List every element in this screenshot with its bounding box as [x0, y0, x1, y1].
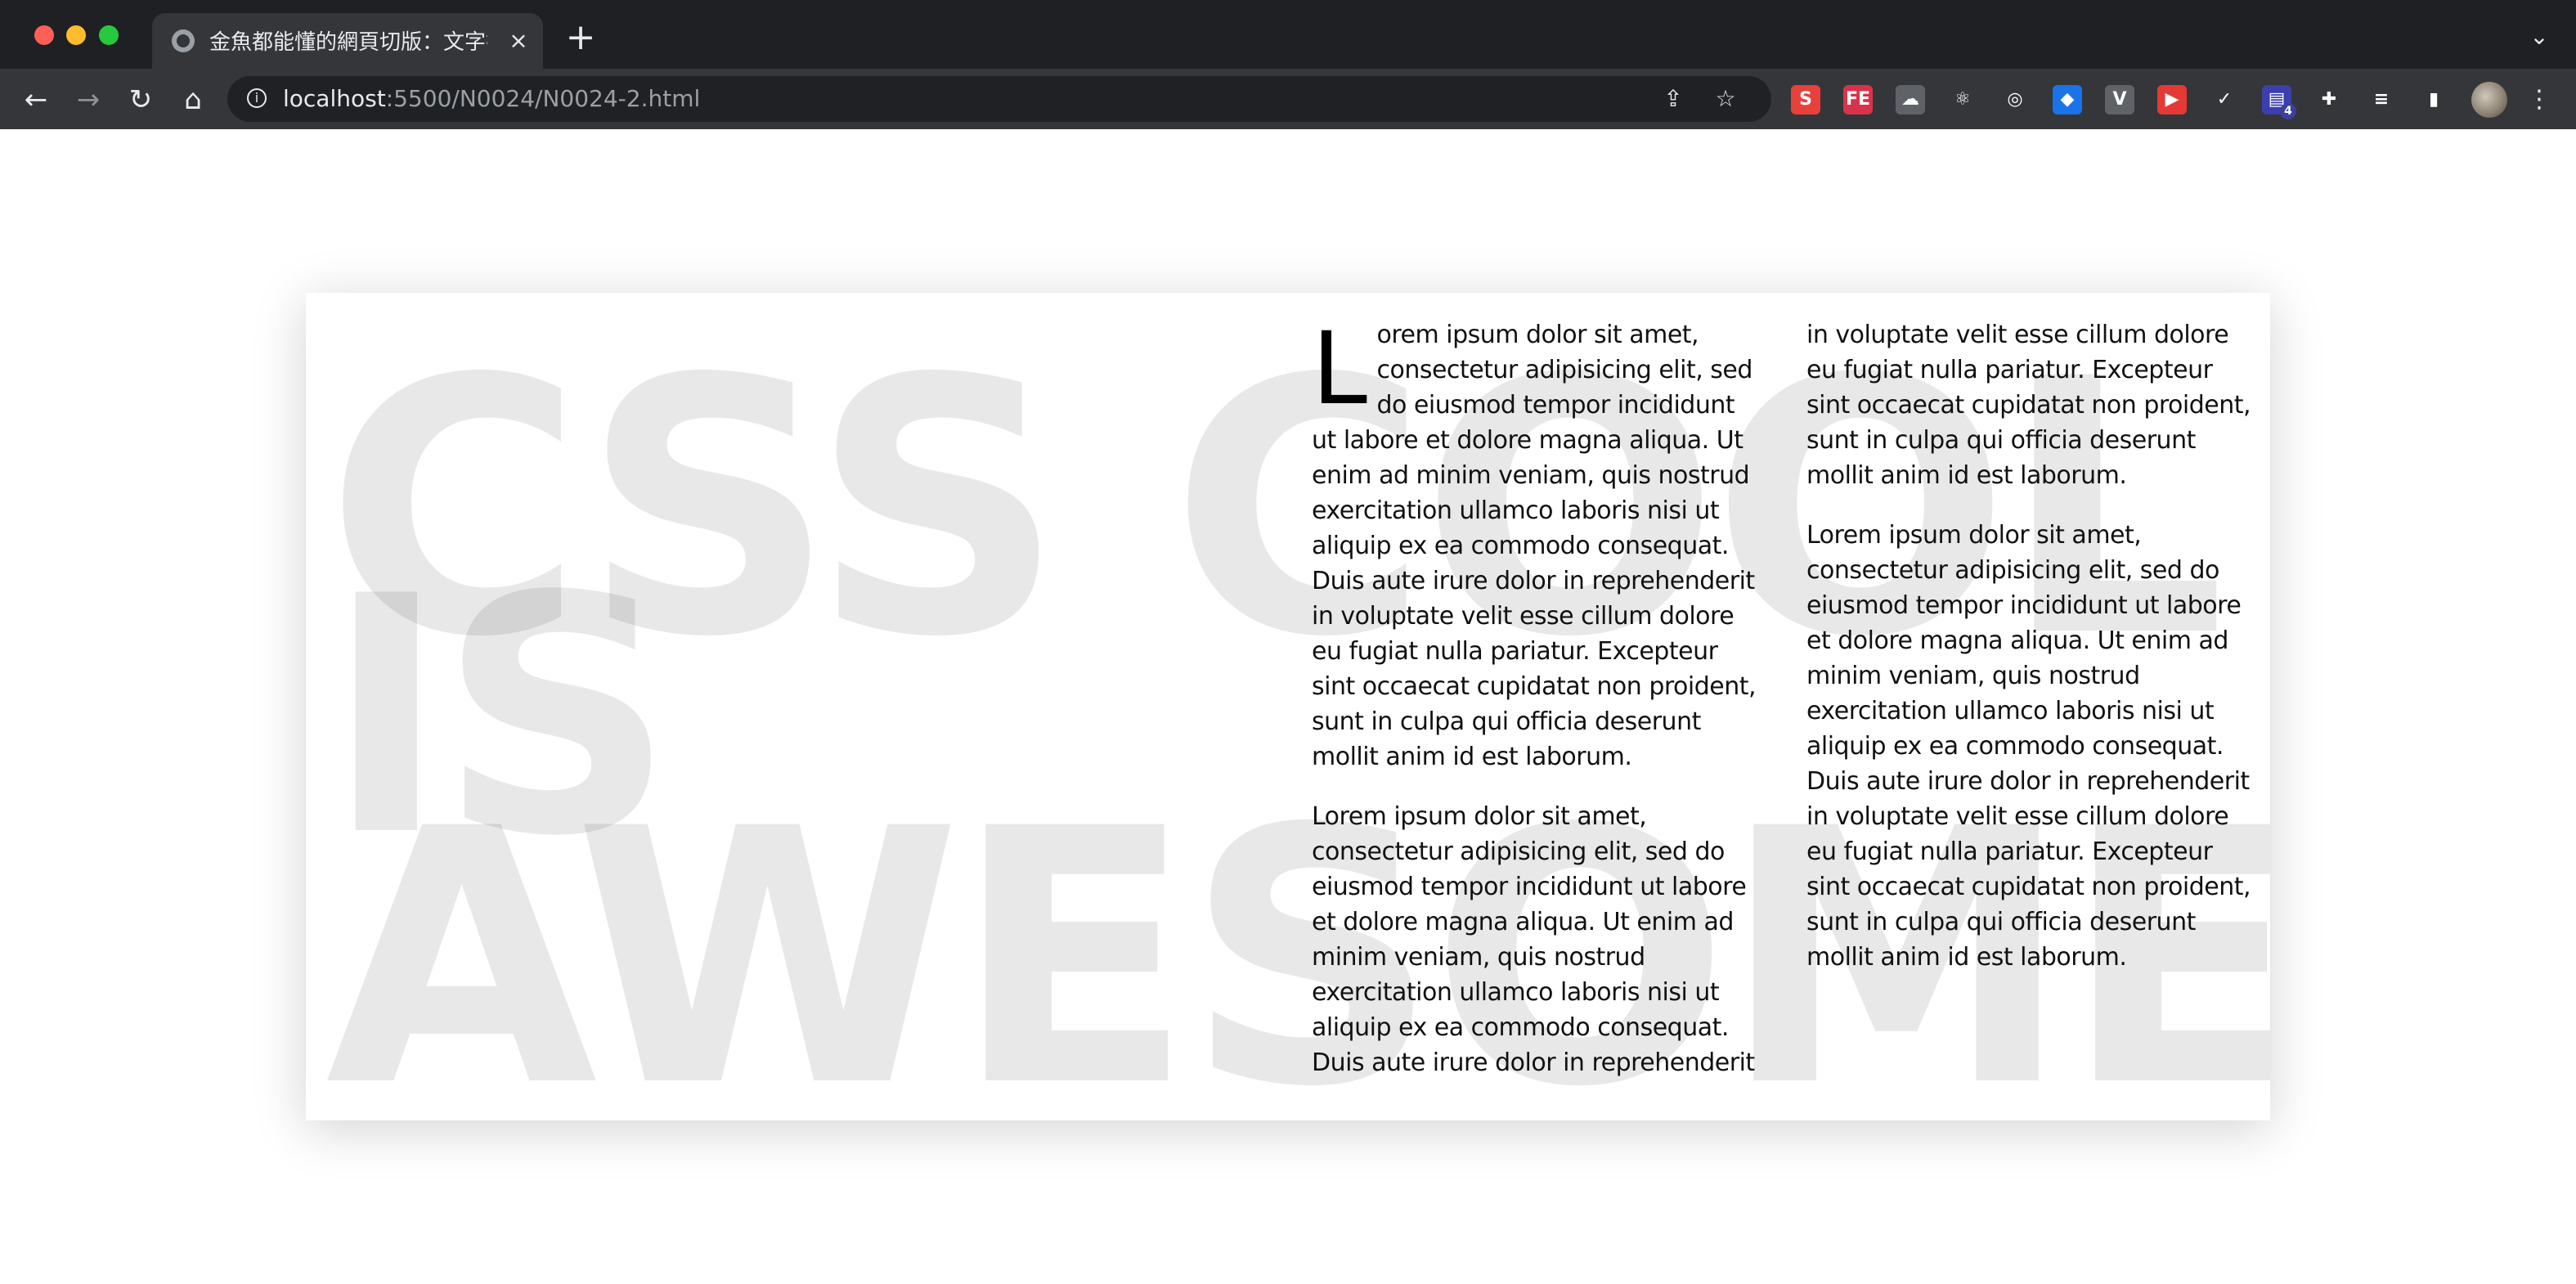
react-extension-icon[interactable]: ⚛ — [1948, 85, 1977, 114]
home-icon[interactable]: ⌂ — [175, 82, 211, 118]
chevron-down-icon[interactable]: ⌄ — [2527, 25, 2551, 49]
article-card: CSS COOL IS AWESOME Lorem ipsum dolor si… — [306, 293, 2270, 1120]
close-window-button[interactable] — [34, 25, 54, 45]
paragraph-1: Lorem ipsum dolor sit amet, consectetur … — [1312, 317, 1757, 774]
gem-extension-icon[interactable]: ◆ — [2053, 85, 2082, 114]
browser-toolbar: ← → ↻ ⌂ i localhost:5500/N0024/N0024-2.h… — [0, 69, 2576, 129]
check-extension-icon[interactable]: ✓ — [2210, 85, 2239, 114]
reload-icon[interactable]: ↻ — [123, 82, 159, 118]
globe-icon — [172, 29, 195, 52]
tab-title: 金魚都能懂的網頁切版：文字排版 — [209, 30, 487, 55]
new-tab-plus-icon[interactable]: + — [564, 20, 597, 56]
extension-badge: 4 — [2280, 103, 2296, 119]
target-extension-icon[interactable]: ◎ — [2000, 85, 2030, 114]
url-text[interactable]: localhost:5500/N0024/N0024-2.html — [283, 84, 700, 114]
minimize-window-button[interactable] — [66, 25, 86, 45]
fe-extension-icon[interactable]: FE — [1843, 85, 1873, 114]
side-panel-icon[interactable]: ▮ — [2419, 85, 2448, 114]
share-icon[interactable]: ⇪ — [1660, 86, 1686, 112]
s-extension-icon[interactable]: S — [1791, 85, 1820, 114]
stack-extension-icon[interactable]: ▤ 4 — [2262, 85, 2296, 119]
maximize-window-button[interactable] — [99, 25, 119, 45]
forward-arrow-icon[interactable]: → — [70, 82, 106, 118]
info-icon[interactable]: i — [247, 88, 267, 108]
profile-avatar[interactable] — [2471, 82, 2507, 118]
play-extension-icon[interactable]: ▶ — [2157, 85, 2187, 114]
paragraph-1-text: orem ipsum dolor sit amet, consectetur a… — [1312, 321, 1757, 771]
tab-strip: 金魚都能懂的網頁切版：文字排版 × + ⌄ — [0, 0, 2576, 69]
puzzle-extension-icon[interactable]: ✚ — [2314, 85, 2344, 114]
browser-chrome: 金魚都能懂的網頁切版：文字排版 × + ⌄ ← → ↻ ⌂ i localhos… — [0, 0, 2576, 129]
reading-list-icon[interactable]: ≡ — [2367, 85, 2396, 114]
address-bar[interactable]: i localhost:5500/N0024/N0024-2.html ⇪ ☆ — [227, 76, 1771, 122]
vue-extension-icon[interactable]: V — [2105, 85, 2134, 114]
close-icon[interactable]: × — [505, 28, 532, 54]
article-columns: Lorem ipsum dolor sit amet, consectetur … — [1312, 317, 2252, 1102]
active-tab[interactable]: 金魚都能懂的網頁切版：文字排版 × — [152, 13, 543, 69]
page-viewport: CSS COOL IS AWESOME Lorem ipsum dolor si… — [0, 129, 2576, 1284]
drop-cap: L — [1312, 311, 1367, 427]
star-icon[interactable]: ☆ — [1712, 86, 1739, 112]
back-arrow-icon[interactable]: ← — [18, 82, 54, 118]
paragraph-3: Lorem ipsum dolor sit amet, consectetur … — [1806, 521, 2251, 972]
kebab-menu-icon[interactable]: ⋮ — [2527, 85, 2551, 114]
cloud-extension-icon[interactable]: ☁ — [1896, 85, 1925, 114]
